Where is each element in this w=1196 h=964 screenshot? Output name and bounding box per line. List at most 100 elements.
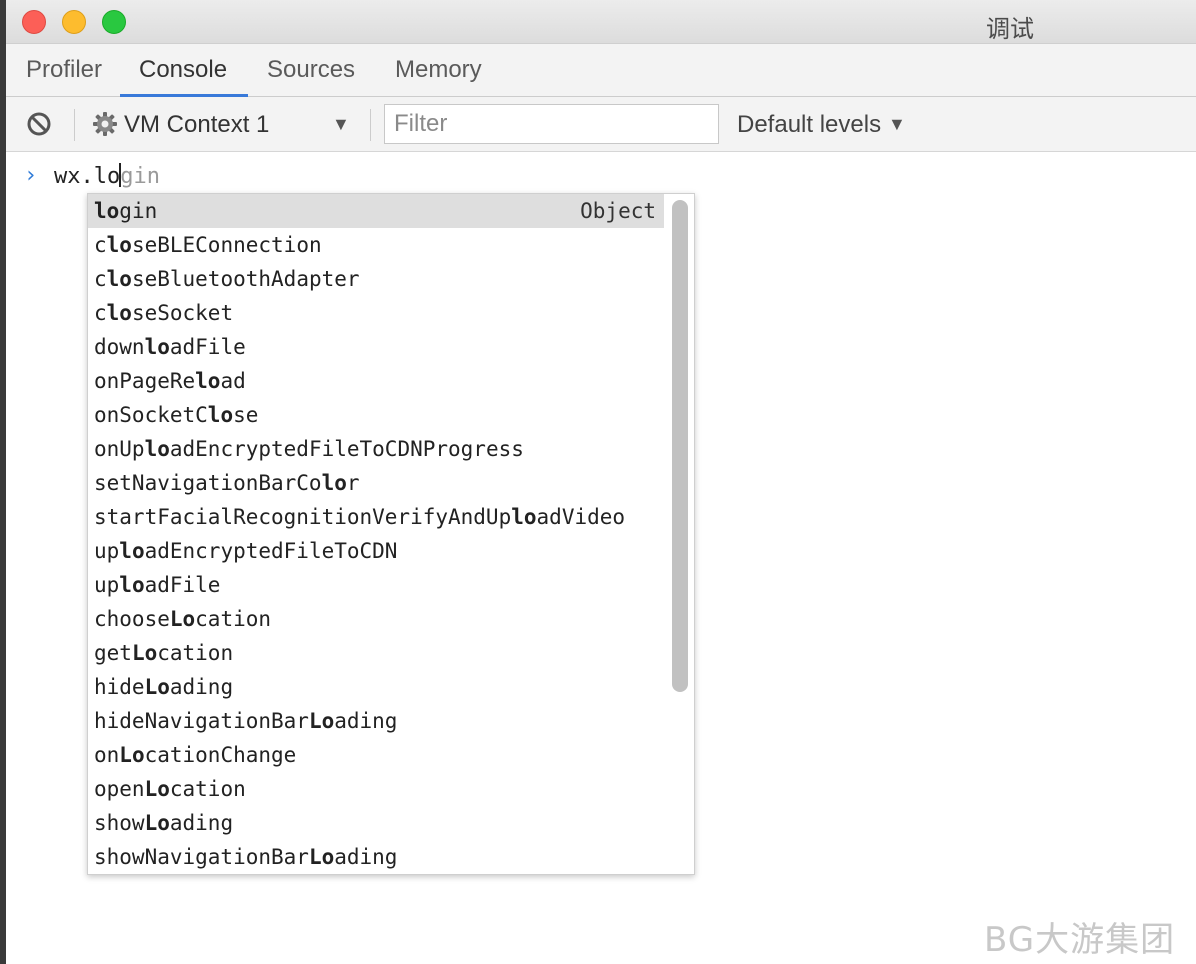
- triangle-down-icon[interactable]: ▼: [888, 114, 906, 135]
- autocomplete-item[interactable]: uploadFile: [88, 568, 664, 602]
- tab-profiler[interactable]: Profiler: [26, 56, 102, 84]
- item-text: se: [233, 403, 259, 427]
- toolbar-divider: [74, 109, 75, 141]
- log-levels-dropdown[interactable]: Default levels: [737, 111, 881, 139]
- item-text: adFile: [169, 335, 246, 359]
- autocomplete-item[interactable]: chooseLocation: [88, 602, 664, 636]
- autocomplete-ghost-text: gin: [120, 164, 160, 189]
- match-highlight: Lo: [144, 675, 170, 699]
- autocomplete-item[interactable]: onPageReload: [88, 364, 664, 398]
- item-text: ading: [334, 709, 398, 733]
- tab-console[interactable]: Console: [139, 56, 227, 84]
- item-text: adEncryptedFileToCDNProgress: [169, 437, 524, 461]
- match-highlight: lo: [144, 437, 170, 461]
- autocomplete-item[interactable]: uploadEncryptedFileToCDN: [88, 534, 664, 568]
- item-text: c: [94, 267, 107, 291]
- item-text: ad: [220, 369, 246, 393]
- item-text: showNavigationBar: [94, 845, 309, 869]
- item-text: startFacialRecognitionVerifyAndUp: [94, 505, 512, 529]
- match-highlight: Lo: [144, 811, 170, 835]
- watermark: BG大游集团: [984, 920, 1176, 960]
- match-highlight: lo: [511, 505, 537, 529]
- chevron-right-icon: ›: [24, 163, 38, 188]
- match-highlight: lo: [195, 369, 221, 393]
- item-text: onPageRe: [94, 369, 196, 393]
- autocomplete-item[interactable]: closeBluetoothAdapter: [88, 262, 664, 296]
- autocomplete-item[interactable]: getLocation: [88, 636, 664, 670]
- autocomplete-item[interactable]: onSocketClose: [88, 398, 664, 432]
- triangle-down-icon[interactable]: ▼: [332, 114, 350, 135]
- autocomplete-item[interactable]: showNavigationBarLoading: [88, 840, 664, 874]
- block-icon[interactable]: [26, 111, 52, 137]
- item-text: hideNavigationBar: [94, 709, 309, 733]
- tab-memory[interactable]: Memory: [395, 56, 482, 84]
- match-highlight: Lo: [119, 743, 145, 767]
- js-context-selector[interactable]: VM Context 1: [124, 111, 269, 139]
- item-text: hide: [94, 675, 145, 699]
- match-highlight: Lo: [169, 607, 196, 631]
- autocomplete-item[interactable]: setNavigationBarColor: [88, 466, 664, 500]
- close-window-button[interactable]: [22, 10, 46, 34]
- autocomplete-item[interactable]: showLoading: [88, 806, 664, 840]
- item-text: up: [94, 539, 120, 563]
- item-text: show: [94, 811, 145, 835]
- item-text: ading: [169, 811, 234, 835]
- match-highlight: Lo: [144, 777, 170, 801]
- autocomplete-item[interactable]: hideLoading: [88, 670, 664, 704]
- gear-icon: [93, 112, 117, 136]
- match-highlight: Lo: [131, 641, 158, 665]
- match-highlight: lo: [106, 301, 132, 325]
- match-highlight: lo: [119, 573, 145, 597]
- console-output[interactable]: › wx.login login Object closeBLEConnection…: [6, 153, 1196, 964]
- item-text: cation: [157, 641, 234, 665]
- item-text: onSocketC: [94, 403, 208, 427]
- match-highlight: Lo: [308, 845, 335, 869]
- autocomplete-dropdown[interactable]: login Object closeBLEConnection closeBlueto…: [87, 193, 695, 875]
- item-text: ading: [334, 845, 398, 869]
- maximize-window-button[interactable]: [102, 10, 126, 34]
- window-title: 调试: [986, 15, 1034, 43]
- item-text: setNavigationBarCo: [94, 471, 322, 495]
- tab-sources[interactable]: Sources: [267, 56, 355, 84]
- minimize-window-button[interactable]: [62, 10, 86, 34]
- item-text: adEncryptedFileToCDN: [144, 539, 398, 563]
- autocomplete-item[interactable]: startFacialRecognitionVerifyAndUploadVid…: [88, 500, 664, 534]
- dropdown-scrollbar[interactable]: [672, 200, 688, 692]
- item-text: onUp: [94, 437, 145, 461]
- item-text: cation: [195, 607, 272, 631]
- autocomplete-item[interactable]: downloadFile: [88, 330, 664, 364]
- devtools-window: 调试 Profiler Console Sources Memory VM Co…: [6, 0, 1196, 964]
- panel-tab-bar: Profiler Console Sources Memory: [6, 44, 1196, 97]
- match-highlight: lo: [94, 199, 120, 223]
- filter-input[interactable]: [384, 104, 719, 144]
- item-text: cationChange: [144, 743, 297, 767]
- autocomplete-item[interactable]: login Object: [88, 194, 664, 228]
- item-text: cation: [169, 777, 246, 801]
- autocomplete-item[interactable]: openLocation: [88, 772, 664, 806]
- match-highlight: lo: [106, 267, 132, 291]
- item-text: open: [94, 777, 145, 801]
- item-text: adVideo: [536, 505, 626, 529]
- autocomplete-item[interactable]: hideNavigationBarLoading: [88, 704, 664, 738]
- item-text: c: [94, 233, 107, 257]
- console-input[interactable]: wx.login: [54, 163, 160, 189]
- toolbar-divider: [370, 109, 371, 141]
- title-bar: 调试: [6, 0, 1196, 44]
- item-text: adFile: [144, 573, 221, 597]
- console-toolbar: VM Context 1 ▼ Default levels ▼: [6, 97, 1196, 152]
- autocomplete-item[interactable]: onLocationChange: [88, 738, 664, 772]
- match-highlight: lo: [106, 233, 132, 257]
- autocomplete-item[interactable]: closeBLEConnection: [88, 228, 664, 262]
- typed-text: wx.lo: [54, 164, 121, 189]
- autocomplete-item[interactable]: onUploadEncryptedFileToCDNProgress: [88, 432, 664, 466]
- match-highlight: lo: [207, 403, 234, 427]
- item-type-label: Object: [580, 199, 656, 223]
- item-text: seBLEConnection: [131, 233, 322, 257]
- item-text: choose: [94, 607, 170, 631]
- autocomplete-item[interactable]: closeSocket: [88, 296, 664, 330]
- item-text: up: [94, 573, 120, 597]
- match-highlight: Lo: [308, 709, 335, 733]
- item-text: on: [94, 743, 120, 767]
- match-highlight: lo: [144, 335, 170, 359]
- item-text: ading: [169, 675, 234, 699]
